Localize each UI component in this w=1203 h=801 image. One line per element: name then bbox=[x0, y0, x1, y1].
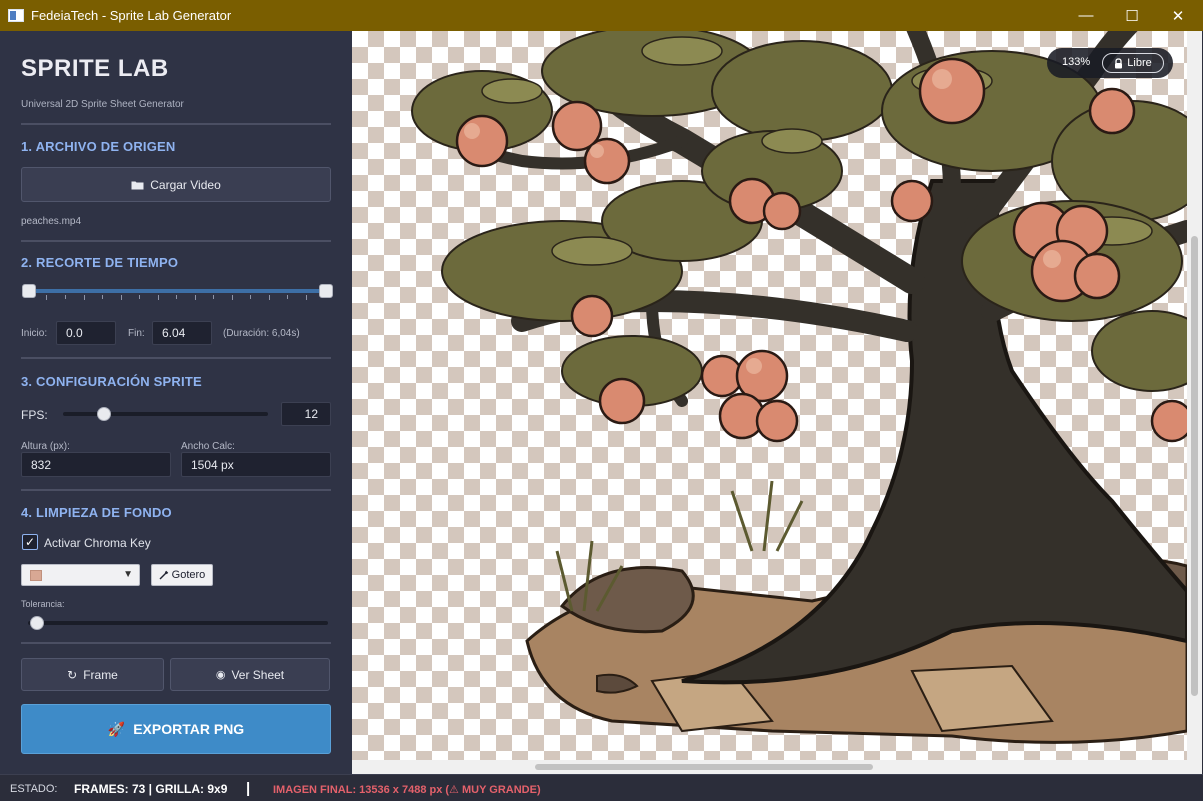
refresh-icon: ↻ bbox=[67, 667, 78, 682]
zoom-level: 133% bbox=[1062, 56, 1091, 68]
height-input[interactable]: 832 bbox=[21, 452, 171, 477]
view-sheet-button[interactable]: ◉ Ver Sheet bbox=[170, 658, 330, 691]
divider bbox=[21, 357, 331, 359]
slider-tick bbox=[158, 295, 159, 300]
status-label: ESTADO: bbox=[10, 783, 58, 795]
divider bbox=[21, 240, 331, 242]
end-label: Fin: bbox=[128, 328, 145, 339]
tolerance-track bbox=[28, 621, 328, 625]
width-calc-field: 1504 px bbox=[181, 452, 331, 477]
status-bar: ESTADO: FRAMES: 73 | GRILLA: 9x9 | IMAGE… bbox=[0, 774, 1203, 801]
close-button[interactable]: ✕ bbox=[1155, 0, 1201, 31]
vertical-scroll-thumb[interactable] bbox=[1191, 236, 1198, 696]
tolerance-label: Tolerancia: bbox=[21, 599, 65, 609]
folder-icon bbox=[131, 181, 144, 189]
frame-button[interactable]: ↻ Frame bbox=[21, 658, 164, 691]
slider-tick bbox=[306, 295, 307, 300]
slider-tick bbox=[139, 295, 140, 299]
section-title-source: 1. ARCHIVO DE ORIGEN bbox=[21, 139, 176, 154]
vertical-scrollbar[interactable] bbox=[1187, 31, 1202, 760]
source-filename: peaches.mp4 bbox=[21, 216, 82, 227]
slider-tick bbox=[84, 295, 85, 300]
export-png-button[interactable]: 🚀 EXPORTAR PNG bbox=[21, 704, 331, 754]
range-track bbox=[28, 289, 326, 293]
rocket-icon: 🚀 bbox=[107, 720, 126, 737]
divider bbox=[21, 123, 331, 125]
status-separator: | bbox=[246, 780, 251, 797]
slider-tick bbox=[65, 295, 66, 299]
frame-button-label: Frame bbox=[83, 667, 118, 682]
divider bbox=[21, 489, 331, 491]
eye-icon: ◉ bbox=[215, 669, 226, 681]
load-video-button[interactable]: Cargar Video bbox=[21, 167, 331, 202]
title-bar: FedeiaTech - Sprite Lab Generator — ☐ ✕ bbox=[0, 0, 1203, 31]
slider-tick bbox=[102, 295, 103, 299]
preview-canvas[interactable]: 133% Libre bbox=[352, 31, 1187, 760]
status-output-warning: IMAGEN FINAL: 13536 x 7488 px (⚠ MUY GRA… bbox=[273, 784, 541, 796]
fps-slider-handle[interactable] bbox=[97, 407, 111, 421]
start-time-input[interactable]: 0.0 bbox=[56, 321, 116, 345]
range-end-handle[interactable] bbox=[319, 284, 333, 298]
status-frames-grid: FRAMES: 73 | GRILLA: 9x9 bbox=[74, 782, 228, 796]
slider-tick bbox=[176, 295, 177, 299]
slider-tick bbox=[287, 295, 288, 299]
app-brand-title: SPRITE LAB bbox=[21, 55, 169, 82]
chevron-down-icon: ▼ bbox=[123, 569, 133, 580]
sprite-preview-image bbox=[411, 31, 1187, 744]
export-label: EXPORTAR PNG bbox=[133, 721, 245, 737]
app-icon bbox=[8, 9, 24, 22]
app-brand-subtitle: Universal 2D Sprite Sheet Generator bbox=[21, 99, 184, 110]
minimize-button[interactable]: — bbox=[1063, 0, 1109, 31]
horizontal-scroll-thumb[interactable] bbox=[535, 764, 873, 770]
slider-tick bbox=[121, 295, 122, 300]
key-color-swatch bbox=[30, 570, 42, 581]
slider-tick bbox=[269, 295, 270, 300]
fps-input[interactable]: 12 bbox=[281, 402, 331, 426]
tolerance-slider-handle[interactable] bbox=[30, 616, 44, 630]
eyedropper-label: Gotero bbox=[171, 569, 206, 581]
aspect-lock-label: Libre bbox=[1127, 57, 1152, 69]
divider bbox=[21, 642, 331, 644]
section-title-cleanup: 4. LIMPIEZA DE FONDO bbox=[21, 505, 172, 520]
slider-tick bbox=[46, 295, 47, 300]
duration-label: (Duración: 6,04s) bbox=[223, 328, 300, 339]
maximize-button[interactable]: ☐ bbox=[1109, 0, 1155, 31]
slider-tick bbox=[213, 295, 214, 299]
aspect-lock-button[interactable]: Libre bbox=[1102, 53, 1164, 73]
range-start-handle[interactable] bbox=[22, 284, 36, 298]
fps-label: FPS: bbox=[21, 408, 48, 422]
fps-track bbox=[63, 412, 268, 416]
eyedropper-icon bbox=[159, 570, 168, 580]
start-label: Inicio: bbox=[21, 328, 48, 339]
zoom-indicator: 133% Libre bbox=[1047, 48, 1173, 78]
slider-tick bbox=[195, 295, 196, 300]
horizontal-scrollbar[interactable] bbox=[352, 760, 1187, 774]
sidebar: SPRITE LAB Universal 2D Sprite Sheet Gen… bbox=[0, 31, 352, 774]
chroma-key-checkbox[interactable]: ✓ bbox=[22, 534, 38, 550]
lock-icon bbox=[1115, 57, 1123, 68]
eyedropper-button[interactable]: Gotero bbox=[151, 564, 213, 586]
slider-tick bbox=[232, 295, 233, 300]
width-calc-label: Ancho Calc: bbox=[181, 441, 235, 452]
key-color-dropdown[interactable]: ▼ bbox=[21, 564, 140, 586]
window-title: FedeiaTech - Sprite Lab Generator bbox=[31, 8, 232, 23]
slider-tick bbox=[250, 295, 251, 299]
view-sheet-label: Ver Sheet bbox=[231, 667, 285, 682]
load-video-label: Cargar Video bbox=[150, 177, 221, 192]
section-title-sprite: 3. CONFIGURACIÓN SPRITE bbox=[21, 374, 202, 389]
scroll-corner bbox=[1187, 760, 1202, 774]
height-label: Altura (px): bbox=[21, 441, 70, 452]
chroma-key-label: Activar Chroma Key bbox=[44, 536, 151, 550]
end-time-input[interactable]: 6.04 bbox=[152, 321, 212, 345]
section-title-trim: 2. RECORTE DE TIEMPO bbox=[21, 255, 179, 270]
